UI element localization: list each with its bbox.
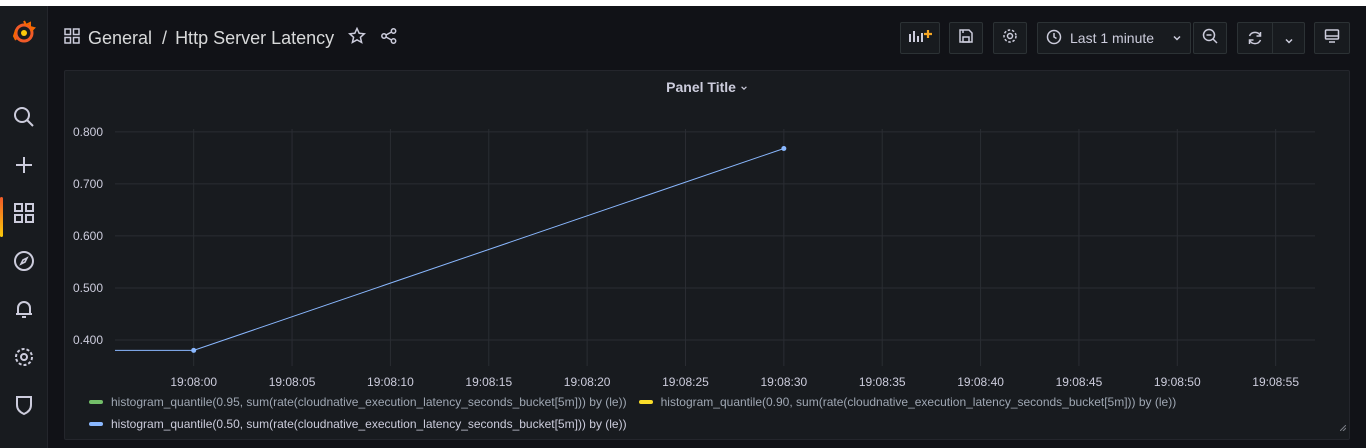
refresh-divider: [1272, 23, 1273, 53]
chevron-down-icon: [1172, 30, 1182, 46]
save-dashboard-button[interactable]: [949, 22, 983, 54]
add-panel-icon: [908, 28, 932, 49]
legend-item-095[interactable]: histogram_quantile(0.95, sum(rate(cloudn…: [89, 395, 627, 409]
panel-resize-handle[interactable]: [1339, 418, 1347, 436]
chevron-down-icon[interactable]: [1284, 33, 1294, 51]
zoom-out-button[interactable]: [1193, 22, 1227, 54]
search-icon[interactable]: [0, 97, 48, 137]
time-range-label: Last 1 minute: [1070, 30, 1155, 46]
refresh-picker: [1237, 22, 1305, 54]
legend-swatch: [89, 422, 103, 426]
x-tick-label: 19:08:05: [269, 375, 316, 389]
x-tick-label: 19:08:10: [367, 375, 414, 389]
save-icon: [958, 28, 974, 49]
dashboard-settings-button[interactable]: [993, 22, 1027, 54]
breadcrumb-separator: /: [162, 27, 168, 48]
x-tick-label: 19:08:40: [957, 375, 1004, 389]
y-tick-label: 0.400: [73, 333, 103, 347]
dashboard-title[interactable]: Http Server Latency: [175, 28, 334, 49]
graph-panel: Panel Title 0.400 0.500 0.600 0.700 0.800 19…: [64, 70, 1350, 440]
legend-item-090[interactable]: histogram_quantile(0.90, sum(rate(cloudn…: [638, 395, 1177, 409]
grafana-logo-icon[interactable]: [0, 12, 48, 52]
legend-swatch: [89, 400, 103, 404]
x-tick-label: 19:08:35: [859, 375, 906, 389]
line-chart[interactable]: 0.400 0.500 0.600 0.700 0.800 19:08:00 19:08:…: [65, 71, 1351, 441]
y-tick-label: 0.600: [73, 229, 103, 243]
star-icon[interactable]: [348, 26, 367, 50]
monitor-icon: [1324, 28, 1340, 49]
data-point: [781, 145, 787, 151]
legend-item-050[interactable]: histogram_quantile(0.50, sum(rate(cloudn…: [89, 417, 627, 431]
sidebar: [0, 6, 48, 448]
x-tick-label: 19:08:20: [564, 375, 611, 389]
data-point: [191, 347, 197, 353]
refresh-icon[interactable]: [1247, 30, 1263, 51]
x-tick-label: 19:08:00: [170, 375, 217, 389]
x-tick-label: 19:08:45: [1056, 375, 1103, 389]
y-tick-label: 0.700: [73, 177, 103, 191]
legend-label: histogram_quantile(0.90, sum(rate(cloudn…: [660, 395, 1177, 409]
breadcrumb: General / Http Server Latency: [64, 24, 398, 52]
dashboard-grid-icon: [64, 27, 80, 49]
x-tick-label: 19:08:25: [662, 375, 709, 389]
legend-label: histogram_quantile(0.50, sum(rate(cloudn…: [111, 417, 627, 431]
x-tick-label: 19:08:15: [465, 375, 512, 389]
bell-icon[interactable]: [0, 289, 48, 329]
clock-icon: [1046, 29, 1062, 48]
legend-row-1: histogram_quantile(0.95, sum(rate(cloudn…: [89, 394, 1188, 410]
legend-label: histogram_quantile(0.95, sum(rate(cloudn…: [111, 395, 627, 409]
y-tick-label: 0.500: [73, 281, 103, 295]
breadcrumb-folder-link[interactable]: General: [88, 28, 152, 49]
gear-icon: [1002, 28, 1018, 49]
series-line: [115, 148, 785, 351]
share-icon[interactable]: [380, 27, 398, 50]
add-panel-button[interactable]: [900, 22, 940, 54]
compass-icon[interactable]: [0, 241, 48, 281]
tv-mode-button[interactable]: [1314, 22, 1350, 54]
time-range-picker[interactable]: Last 1 minute: [1037, 22, 1191, 54]
legend-swatch: [638, 400, 653, 404]
legend-row-2: histogram_quantile(0.50, sum(rate(cloudn…: [89, 416, 639, 432]
shield-icon[interactable]: [0, 385, 48, 425]
dashboard-navbar: General / Http Server Latency Last 1 min…: [48, 6, 1366, 66]
y-tick-label: 0.800: [73, 125, 103, 139]
x-tick-label: 19:08:55: [1252, 375, 1299, 389]
x-tick-label: 19:08:30: [760, 375, 807, 389]
grid-icon[interactable]: [0, 193, 48, 237]
x-tick-label: 19:08:50: [1154, 375, 1201, 389]
zoom-out-icon: [1202, 28, 1218, 49]
plus-icon[interactable]: [0, 145, 48, 185]
gear-icon[interactable]: [0, 337, 48, 377]
